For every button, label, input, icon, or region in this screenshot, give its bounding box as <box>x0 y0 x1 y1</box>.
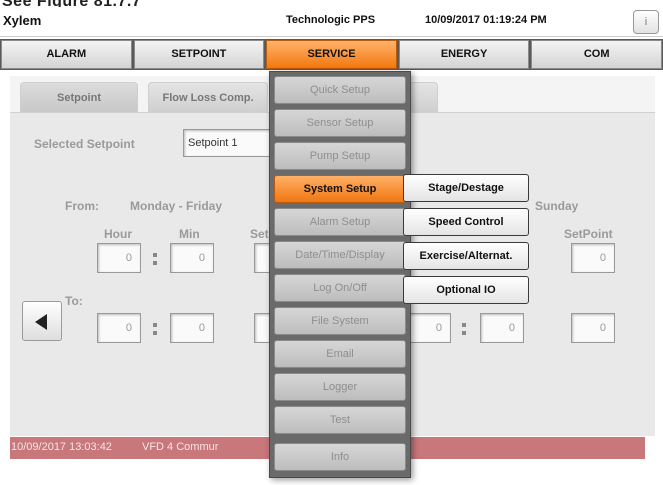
hour-label: Hour <box>104 227 132 241</box>
subtab-setpoint[interactable]: Setpoint <box>20 82 138 112</box>
status-timestamp: 10/09/2017 13:03:42 <box>11 441 112 453</box>
menu-item-logger[interactable]: Logger <box>274 373 406 401</box>
to-label: To: <box>65 294 83 308</box>
menu-item-email[interactable]: Email <box>274 340 406 368</box>
tab-setpoint[interactable]: SETPOINT <box>133 40 265 69</box>
from-hour-field[interactable]: 0 <box>97 243 141 273</box>
system-setup-submenu: Stage/Destage Speed Control Exercise/Alt… <box>403 174 531 304</box>
subtab-partial[interactable] <box>408 82 438 112</box>
sunday-to-setpoint-field[interactable]: 0 <box>571 313 615 343</box>
selected-setpoint-field[interactable]: Setpoint 1 <box>183 129 273 157</box>
main-nav: ALARM SETPOINT SERVICE ENERGY COM <box>0 39 663 70</box>
menu-item-info[interactable]: Info <box>274 443 406 471</box>
info-button[interactable]: i <box>633 10 659 34</box>
sunday-to-min-field[interactable]: 0 <box>480 313 524 343</box>
sunday-from-setpoint-field[interactable]: 0 <box>571 243 615 273</box>
submenu-item-speed-control[interactable]: Speed Control <box>403 208 529 236</box>
menu-item-alarm-setup[interactable]: Alarm Setup <box>274 208 406 236</box>
menu-item-test[interactable]: Test <box>274 406 406 434</box>
selected-setpoint-label: Selected Setpoint <box>34 137 135 151</box>
menu-item-file-system[interactable]: File System <box>274 307 406 335</box>
menu-item-date-time-display[interactable]: Date/Time/Display <box>274 241 406 269</box>
from-min-field[interactable]: 0 <box>170 243 214 273</box>
submenu-item-stage-destage[interactable]: Stage/Destage <box>403 174 529 202</box>
tab-energy[interactable]: ENERGY <box>398 40 530 69</box>
from-days-label: Monday - Friday <box>130 199 223 213</box>
sunday-setpoint-col-label: SetPoint <box>564 227 613 241</box>
back-button[interactable] <box>22 301 62 341</box>
tab-alarm[interactable]: ALARM <box>1 40 132 69</box>
from-setpoint-field-partial[interactable] <box>254 243 270 273</box>
time-separator <box>462 323 466 335</box>
service-dropdown-menu: Quick Setup Sensor Setup Pump Setup Syst… <box>269 71 411 478</box>
brand-name: Xylem <box>3 13 42 28</box>
setpoint-col-label-partial: Set <box>250 227 269 241</box>
subtab-flow-loss-comp[interactable]: Flow Loss Comp. <box>148 82 268 112</box>
status-message: VFD 4 Commur <box>142 441 219 453</box>
menu-item-pump-setup[interactable]: Pump Setup <box>274 142 406 170</box>
menu-item-log-on-off[interactable]: Log On/Off <box>274 274 406 302</box>
date-time: 10/09/2017 01:19:24 PM <box>425 14 547 26</box>
menu-item-sensor-setup[interactable]: Sensor Setup <box>274 109 406 137</box>
submenu-item-optional-io[interactable]: Optional IO <box>403 276 529 304</box>
from-label: From: <box>65 199 99 213</box>
min-label: Min <box>179 227 200 241</box>
to-setpoint-field-partial[interactable] <box>254 313 270 343</box>
tab-service[interactable]: SERVICE <box>266 40 397 69</box>
sunday-to-hour-field[interactable]: 0 <box>407 313 451 343</box>
menu-item-quick-setup[interactable]: Quick Setup <box>274 76 406 104</box>
title-bar: Xylem Technologic PPS 10/09/2017 01:19:2… <box>0 7 663 37</box>
time-separator <box>153 253 157 265</box>
left-triangle-icon <box>35 314 47 330</box>
to-hour-field[interactable]: 0 <box>97 313 141 343</box>
menu-item-system-setup[interactable]: System Setup <box>274 175 406 203</box>
to-min-field[interactable]: 0 <box>170 313 214 343</box>
time-separator <box>153 323 157 335</box>
tab-com[interactable]: COM <box>531 40 662 69</box>
sunday-label: Sunday <box>535 199 579 213</box>
device-name: Technologic PPS <box>286 14 376 26</box>
submenu-item-exercise-alternat[interactable]: Exercise/Alternat. <box>403 242 529 270</box>
